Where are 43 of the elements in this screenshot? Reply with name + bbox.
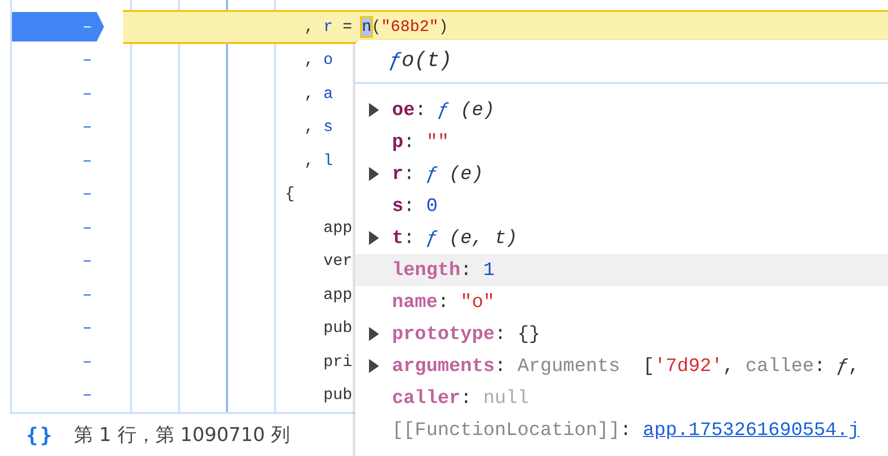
- property-entry: prototype: {}: [392, 323, 540, 345]
- line-marker[interactable]: –: [12, 46, 104, 75]
- property-entry: oe: ƒ (e): [392, 99, 495, 121]
- expand-triangle-icon[interactable]: [369, 167, 379, 181]
- cursor-position: 第 1 行，第 1090710 列: [74, 423, 290, 448]
- property-entry: [[FunctionLocation]]: app.1753261690554.j: [392, 419, 860, 441]
- code-line: , o: [303, 51, 334, 70]
- code-line: pri: [322, 352, 352, 371]
- code-line: pub: [322, 319, 352, 338]
- property-entry: p: "": [392, 131, 450, 153]
- popup-title: ƒo(t): [355, 40, 888, 84]
- line-marker[interactable]: –: [12, 146, 104, 176]
- breakpoint-marker[interactable]: –: [12, 12, 104, 42]
- line-marker[interactable]: –: [12, 280, 104, 310]
- line-marker[interactable]: –: [12, 380, 104, 410]
- pretty-print-button[interactable]: {}: [26, 423, 54, 447]
- property-entry: caller: null: [392, 387, 529, 409]
- property-entry: name: "o": [392, 291, 495, 313]
- line-marker[interactable]: –: [12, 112, 104, 142]
- line-marker[interactable]: –: [12, 347, 104, 376]
- code-line: , l: [303, 152, 334, 170]
- property-entry: s: 0: [392, 195, 438, 217]
- expand-triangle-icon[interactable]: [369, 327, 379, 341]
- expand-triangle-icon[interactable]: [369, 231, 379, 245]
- property-entry: arguments: Arguments ['7d92', callee: ƒ,: [392, 355, 860, 377]
- line-marker[interactable]: –: [12, 79, 104, 108]
- code-line: {: [285, 185, 295, 204]
- expand-triangle-icon[interactable]: [369, 359, 379, 373]
- property-entry: t: ƒ (e, t): [392, 227, 518, 249]
- property-entry: r: ƒ (e): [392, 163, 484, 185]
- code-line: , a: [303, 84, 334, 103]
- expand-triangle-icon[interactable]: [369, 103, 379, 117]
- code-line: app: [322, 218, 352, 237]
- property-entry: length: 1: [392, 259, 495, 281]
- code-line: pub: [322, 386, 352, 404]
- code-line: , r = n("68b2"): [303, 18, 448, 36]
- line-marker[interactable]: –: [12, 180, 104, 209]
- line-marker[interactable]: –: [12, 213, 104, 242]
- code-line: , s: [303, 118, 334, 136]
- code-line: ver: [322, 252, 352, 270]
- code-line: app: [322, 286, 352, 304]
- line-marker[interactable]: –: [12, 314, 104, 343]
- line-marker[interactable]: –: [12, 246, 104, 276]
